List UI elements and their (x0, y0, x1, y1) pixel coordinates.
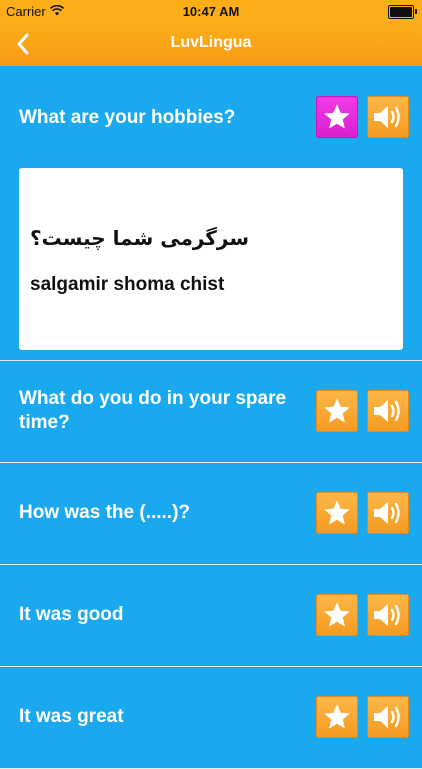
translation-text: سرگرمی شما چیست؟ (30, 226, 250, 250)
transliteration-text: salgamir shoma chist (30, 274, 225, 295)
phrase-row[interactable]: What are your hobbies? سرگرمی شما چیست؟ … (0, 66, 422, 361)
phrase-row[interactable]: It was good (0, 565, 422, 667)
favorite-button[interactable] (316, 96, 358, 138)
star-icon (324, 602, 350, 627)
favorite-button[interactable] (316, 390, 358, 432)
star-icon (324, 398, 350, 423)
phrase-row[interactable]: What do you do in your spare time? (0, 361, 422, 463)
speak-button[interactable] (367, 492, 409, 534)
star-icon (324, 704, 350, 729)
favorite-button[interactable] (316, 594, 358, 636)
phrase-text: It was good (19, 604, 124, 625)
favorite-button[interactable] (316, 492, 358, 534)
navigation-bar: LuvLingua (0, 22, 422, 66)
speaker-icon (374, 106, 400, 128)
speak-button[interactable] (367, 594, 409, 636)
phrase-row[interactable]: How was the (.....)? (0, 463, 422, 565)
speaker-icon (374, 706, 400, 728)
speak-button[interactable] (367, 390, 409, 432)
status-bar: Carrier 10:47 AM (0, 0, 422, 22)
app-title: LuvLingua (170, 34, 252, 51)
speaker-icon (374, 604, 400, 626)
favorite-button[interactable] (316, 696, 358, 738)
battery-icon (388, 5, 417, 19)
phrase-list: What are your hobbies? سرگرمی شما چیست؟ … (0, 66, 422, 769)
speak-button[interactable] (367, 696, 409, 738)
phrase-text: What are your hobbies? (19, 107, 236, 128)
phrase-row[interactable]: It was great (0, 667, 422, 769)
phrase-text: What do you do in your spare time? (19, 388, 287, 433)
speak-button[interactable] (367, 96, 409, 138)
phrase-text: How was the (.....)? (19, 502, 191, 523)
phrase-text: It was great (19, 706, 124, 727)
star-icon (324, 104, 350, 129)
translation-card: سرگرمی شما چیست؟ salgamir shoma chist (19, 168, 403, 350)
star-icon (324, 500, 350, 525)
speaker-icon (374, 502, 400, 524)
speaker-icon (374, 400, 400, 422)
status-time: 10:47 AM (182, 4, 240, 19)
